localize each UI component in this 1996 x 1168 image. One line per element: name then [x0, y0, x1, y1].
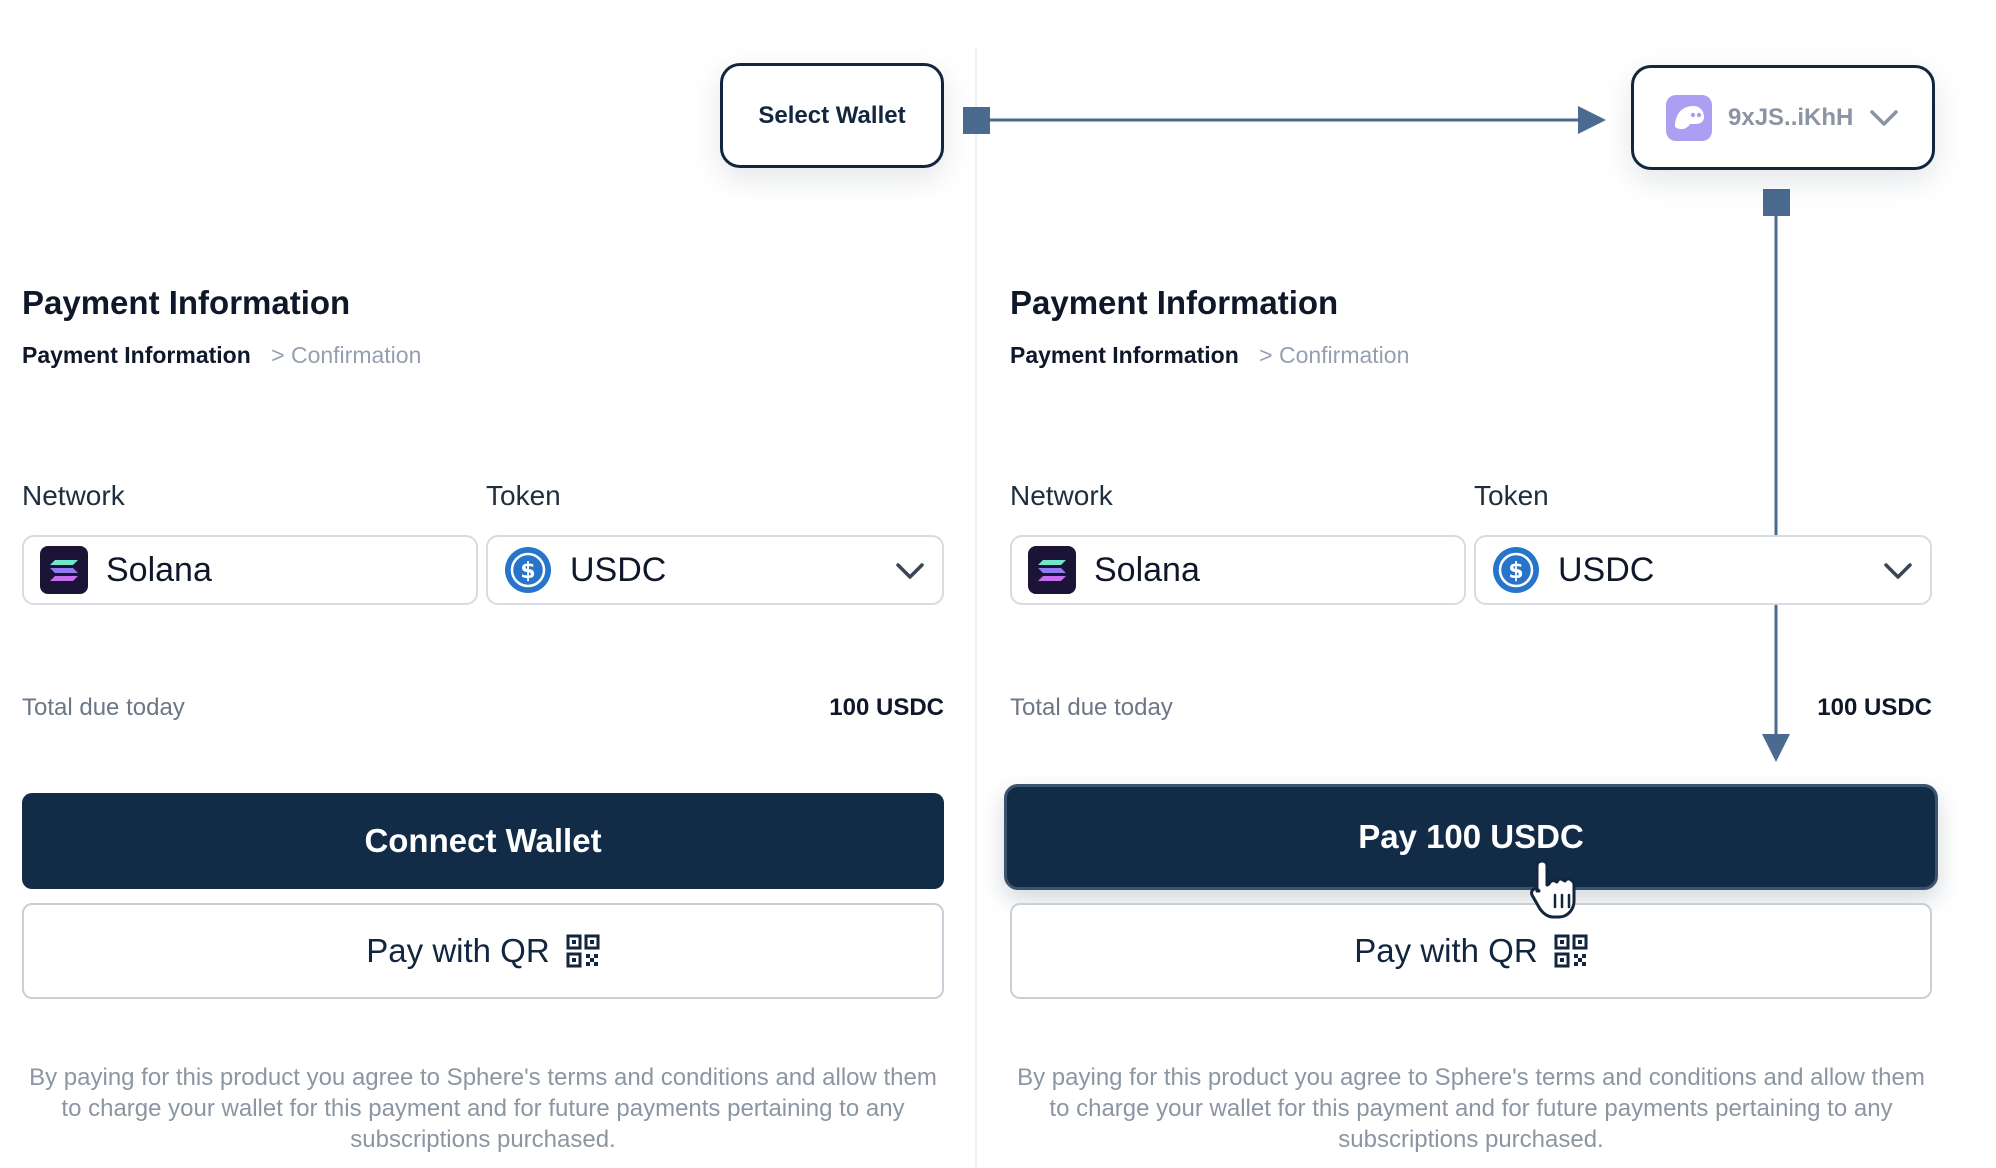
token-label: Token — [1474, 480, 1549, 511]
token-label: Token — [486, 480, 561, 511]
chevron-down-icon — [1882, 555, 1914, 592]
network-select[interactable]: Solana — [1010, 535, 1466, 605]
total-label: Total due today — [22, 694, 185, 721]
total-value: 100 USDC — [829, 694, 944, 721]
connect-wallet-button[interactable]: Connect Wallet — [22, 793, 944, 889]
arrow-start-square — [963, 107, 990, 134]
terms-notice: By paying for this product you agree to … — [1017, 1064, 1925, 1153]
breadcrumb-current: Payment Information — [22, 342, 251, 368]
terms-notice: By paying for this product you agree to … — [29, 1064, 937, 1153]
solana-logo-icon — [1028, 546, 1076, 594]
network-value: Solana — [1094, 550, 1200, 589]
usdc-logo-icon: $ — [504, 546, 552, 594]
page-title: Payment Information — [22, 284, 351, 321]
breadcrumb: Payment Information > Confirmation — [22, 342, 421, 369]
total-value: 100 USDC — [1817, 694, 1932, 721]
qr-code-icon — [566, 934, 600, 968]
total-label: Total due today — [1010, 694, 1173, 721]
token-value: USDC — [1558, 550, 1655, 589]
solana-logo-icon — [40, 546, 88, 594]
pay-with-qr-button[interactable]: Pay with QR — [1010, 903, 1932, 999]
pay-with-qr-button[interactable]: Pay with QR — [22, 903, 944, 999]
network-value: Solana — [106, 550, 212, 589]
svg-text:$: $ — [520, 559, 535, 584]
breadcrumb: Payment Information > Confirmation — [1010, 342, 1409, 369]
page-title: Payment Information — [1010, 284, 1339, 321]
pay-button[interactable]: Pay 100 USDC — [1004, 784, 1938, 890]
network-select[interactable]: Solana — [22, 535, 478, 605]
token-value: USDC — [570, 550, 667, 589]
hand-pointer-icon — [1530, 859, 1576, 919]
pay-with-qr-label: Pay with QR — [366, 932, 550, 969]
token-select[interactable]: $ USDC — [486, 535, 944, 605]
network-label: Network — [1010, 480, 1113, 511]
payment-panel-disconnected: Payment Information Payment Information … — [22, 0, 944, 1168]
pay-with-qr-label: Pay with QR — [1354, 932, 1538, 969]
chevron-down-icon — [894, 555, 926, 592]
breadcrumb-next: > Confirmation — [1259, 342, 1410, 368]
breadcrumb-next: > Confirmation — [271, 342, 422, 368]
token-select[interactable]: $ USDC — [1474, 535, 1932, 605]
usdc-logo-icon: $ — [1492, 546, 1540, 594]
qr-code-icon — [1554, 934, 1588, 968]
network-label: Network — [22, 480, 125, 511]
breadcrumb-current: Payment Information — [1010, 342, 1239, 368]
payment-panel-connected: Payment Information Payment Information … — [1004, 0, 1938, 1168]
svg-text:$: $ — [1508, 559, 1523, 584]
